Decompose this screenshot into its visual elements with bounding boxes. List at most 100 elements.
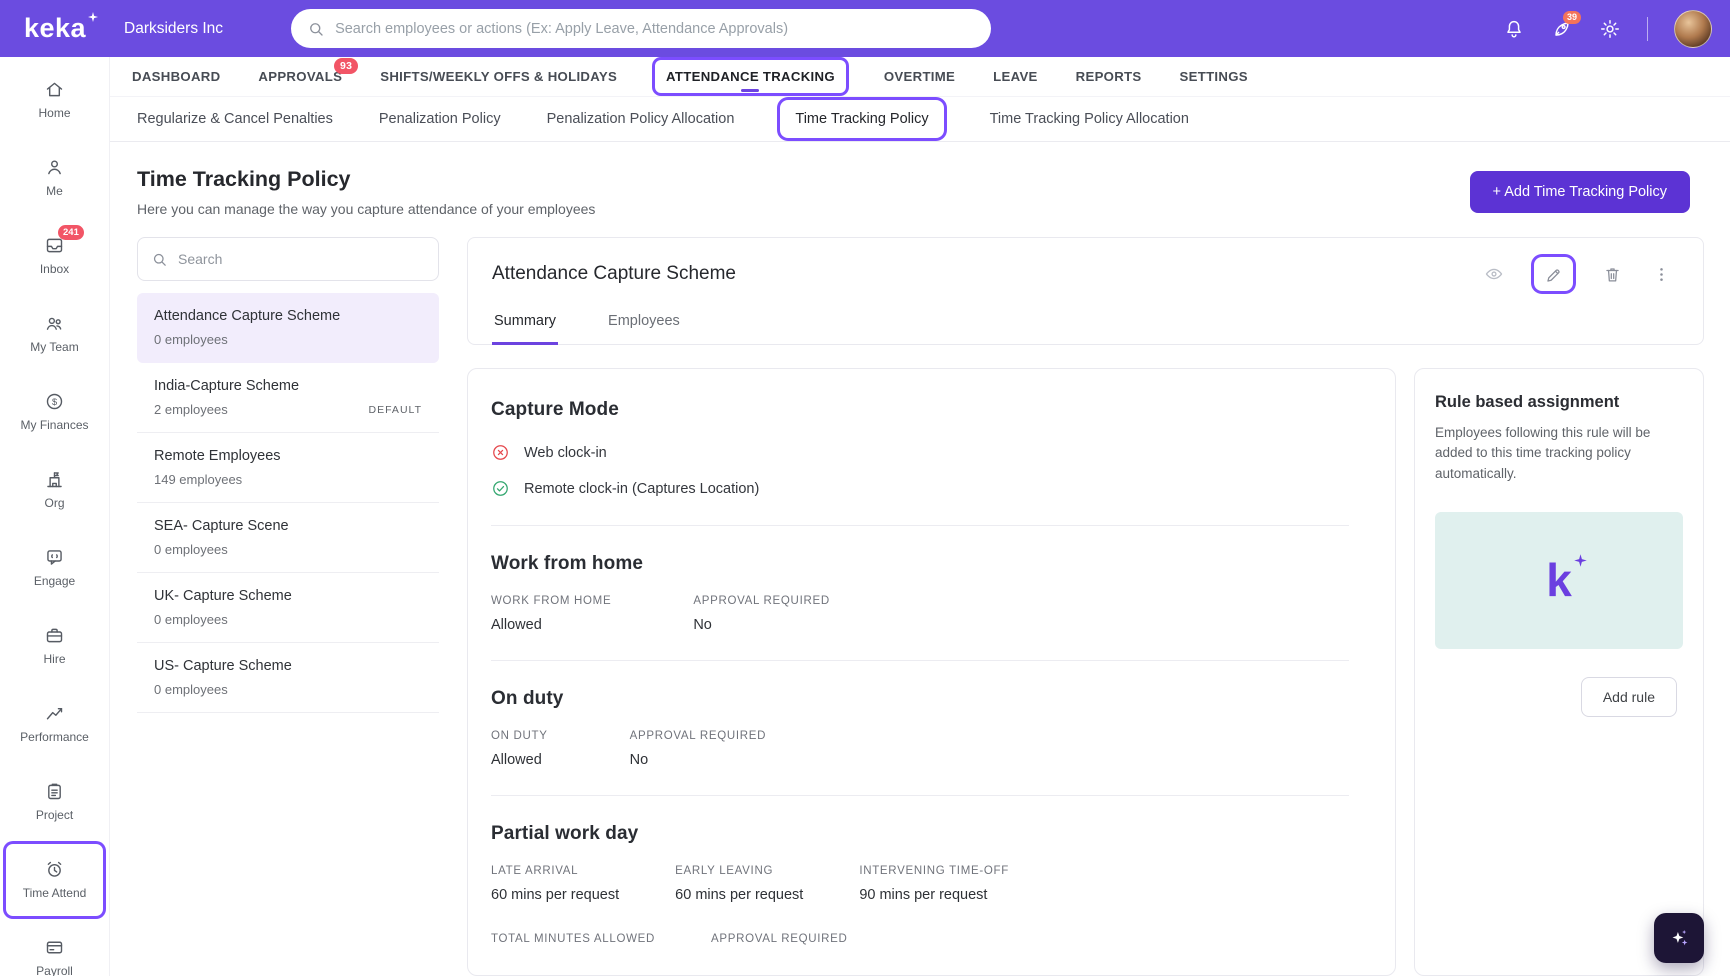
- tab-reports[interactable]: REPORTS: [1076, 69, 1142, 84]
- tab-shifts-weekly-offs-holidays[interactable]: SHIFTS/WEEKLY OFFS & HOLIDAYS: [380, 69, 617, 84]
- global-search-input[interactable]: [335, 21, 975, 37]
- sidebar-item-time-attend[interactable]: Time Attend: [3, 841, 106, 919]
- policy-name: US- Capture Scheme: [154, 658, 422, 674]
- sidebar-item-my-finances[interactable]: $ My Finances: [0, 373, 109, 451]
- section-divider: [491, 795, 1349, 796]
- edit-pencil-icon[interactable]: [1544, 266, 1563, 285]
- tab-summary[interactable]: Summary: [492, 305, 558, 345]
- kebab-menu-icon[interactable]: [1652, 265, 1671, 284]
- module-nav: DASHBOARD APPROVALS 93 SHIFTS/WEEKLY OFF…: [110, 57, 1730, 97]
- field-wfh-approval-required: APPROVAL REQUIRED No: [693, 595, 830, 633]
- field-on-duty: ON DUTY Allowed: [491, 730, 548, 768]
- field-label: ON DUTY: [491, 730, 548, 742]
- field-label: LATE ARRIVAL: [491, 865, 619, 877]
- field-label: EARLY LEAVING: [675, 865, 803, 877]
- view-eye-icon[interactable]: [1484, 264, 1504, 284]
- page-title: Time Tracking Policy: [137, 167, 595, 192]
- sidebar-item-project[interactable]: Project: [0, 763, 109, 841]
- list-item-attendance-capture-scheme[interactable]: Attendance Capture Scheme 0 employees: [137, 293, 439, 363]
- sidebar-item-label: Payroll: [36, 965, 73, 976]
- engage-icon: [44, 547, 65, 568]
- disabled-x-circle-icon: [491, 443, 510, 462]
- sidebar-item-payroll[interactable]: Payroll: [0, 919, 109, 976]
- field-value: 60 mins per request: [491, 887, 619, 903]
- list-item-sea-capture-scene[interactable]: SEA- Capture Scene 0 employees: [137, 503, 439, 573]
- policy-name: UK- Capture Scheme: [154, 588, 422, 604]
- subtab-time-tracking-policy[interactable]: Time Tracking Policy: [780, 100, 943, 138]
- global-search[interactable]: [291, 9, 991, 48]
- tab-approvals[interactable]: APPROVALS 93: [258, 69, 342, 84]
- tab-overtime[interactable]: OVERTIME: [884, 69, 955, 84]
- policy-detail-title: Attendance Capture Scheme: [492, 263, 736, 285]
- briefcase-icon: [44, 625, 65, 646]
- notifications-bell-icon[interactable]: [1503, 18, 1525, 40]
- sidebar-item-home[interactable]: Home: [0, 61, 109, 139]
- field-late-arrival: LATE ARRIVAL 60 mins per request: [491, 865, 619, 903]
- subtab-time-tracking-policy-allocation[interactable]: Time Tracking Policy Allocation: [990, 111, 1189, 127]
- subtab-penalization-policy[interactable]: Penalization Policy: [379, 111, 501, 127]
- field-label: APPROVAL REQUIRED: [711, 933, 848, 945]
- org-icon: [44, 469, 65, 490]
- rule-panel-title: Rule based assignment: [1435, 393, 1683, 412]
- rocket-badge: 39: [1563, 11, 1581, 24]
- sidebar-item-engage[interactable]: Engage: [0, 529, 109, 607]
- delete-trash-icon[interactable]: [1603, 265, 1622, 284]
- subtab-regularize-cancel-penalties[interactable]: Regularize & Cancel Penalties: [137, 111, 333, 127]
- add-time-tracking-policy-button[interactable]: + Add Time Tracking Policy: [1470, 171, 1690, 213]
- tab-dashboard[interactable]: DASHBOARD: [132, 69, 220, 84]
- list-item-us-capture-scheme[interactable]: US- Capture Scheme 0 employees: [137, 643, 439, 713]
- keka-logo[interactable]: keka: [0, 13, 110, 44]
- list-item-remote-employees[interactable]: Remote Employees 149 employees: [137, 433, 439, 503]
- detail-tabs: Summary Employees: [468, 299, 1703, 344]
- list-item-uk-capture-scheme[interactable]: UK- Capture Scheme 0 employees: [137, 573, 439, 643]
- sidebar-item-hire[interactable]: Hire: [0, 607, 109, 685]
- sparkle-wand-icon: [1666, 925, 1692, 951]
- field-label: TOTAL MINUTES ALLOWED: [491, 933, 655, 945]
- tab-leave[interactable]: LEAVE: [993, 69, 1038, 84]
- tab-settings[interactable]: SETTINGS: [1180, 69, 1248, 84]
- keka-logo-text: keka: [24, 13, 86, 44]
- field-work-from-home: WORK FROM HOME Allowed: [491, 595, 611, 633]
- sidebar-item-my-team[interactable]: My Team: [0, 295, 109, 373]
- add-rule-button[interactable]: Add rule: [1581, 677, 1677, 717]
- sidebar-item-label: Performance: [20, 731, 89, 744]
- field-early-leaving: EARLY LEAVING 60 mins per request: [675, 865, 803, 903]
- sidebar-item-label: Inbox: [40, 263, 69, 276]
- user-avatar[interactable]: [1674, 10, 1712, 48]
- sidebar-item-inbox[interactable]: Inbox 241: [0, 217, 109, 295]
- sidebar-item-org[interactable]: Org: [0, 451, 109, 529]
- on-duty-heading: On duty: [491, 688, 1349, 710]
- subtab-penalization-policy-allocation[interactable]: Penalization Policy Allocation: [547, 111, 735, 127]
- list-item-india-capture-scheme[interactable]: India-Capture Scheme 2 employees DEFAULT: [137, 363, 439, 433]
- policy-search-input[interactable]: [178, 251, 425, 267]
- whats-new-rocket-icon[interactable]: 39: [1551, 18, 1573, 40]
- policy-search[interactable]: [137, 237, 439, 281]
- sidebar-item-me[interactable]: Me: [0, 139, 109, 217]
- tab-approvals-label: APPROVALS: [258, 69, 342, 84]
- logo-star-icon: [1573, 553, 1588, 568]
- tab-attendance-tracking-label: ATTENDANCE TRACKING: [666, 69, 835, 84]
- policy-detail-panel: Attendance Capture Scheme: [467, 237, 1704, 976]
- sidebar-item-label: Engage: [34, 575, 75, 588]
- sidebar: Home Me Inbox 241 My Team $ My Finances …: [0, 57, 110, 976]
- tab-employees[interactable]: Employees: [606, 305, 682, 344]
- tab-attendance-tracking[interactable]: ATTENDANCE TRACKING: [655, 60, 846, 93]
- sidebar-item-label: Time Attend: [23, 887, 87, 900]
- field-value: 60 mins per request: [675, 887, 803, 903]
- field-value: No: [630, 752, 767, 768]
- ai-assistant-fab[interactable]: [1654, 913, 1704, 963]
- sidebar-item-performance[interactable]: Performance: [0, 685, 109, 763]
- page-header: Time Tracking Policy Here you can manage…: [110, 142, 1730, 237]
- field-value: Allowed: [491, 752, 548, 768]
- policy-employee-count: 149 employees: [154, 472, 242, 487]
- field-label: APPROVAL REQUIRED: [693, 595, 830, 607]
- policy-list-panel: Attendance Capture Scheme 0 employees In…: [137, 237, 439, 713]
- sidebar-item-label: Home: [38, 107, 70, 120]
- active-tab-indicator: [741, 89, 759, 92]
- policy-list: Attendance Capture Scheme 0 employees In…: [137, 293, 439, 713]
- settings-gear-icon[interactable]: [1599, 18, 1621, 40]
- field-partial-approval-required: APPROVAL REQUIRED: [711, 933, 848, 945]
- field-value: No: [693, 617, 830, 633]
- keka-mark-letter: k: [1546, 554, 1572, 606]
- logo-star-icon: [87, 11, 99, 23]
